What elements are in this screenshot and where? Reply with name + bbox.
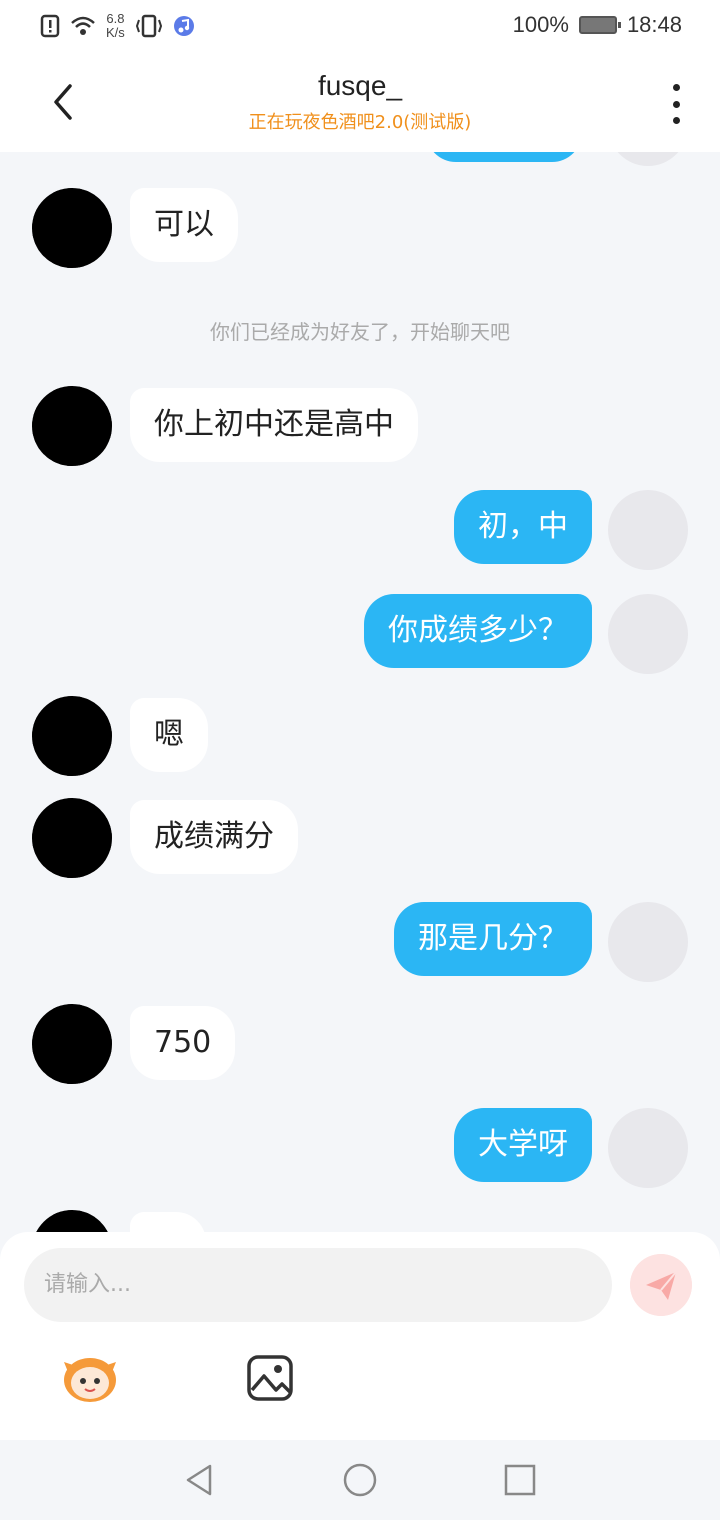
message-bubble: 可以 <box>130 188 238 262</box>
message-bubble: 成绩满分 <box>130 800 298 874</box>
battery-percent: 100% <box>512 12 569 37</box>
my-avatar[interactable] <box>608 1108 688 1188</box>
chat-header: fusqe_ 正在玩夜色酒吧2.0(测试版) <box>0 56 720 152</box>
contact-avatar[interactable] <box>32 798 112 878</box>
music-app-icon <box>173 16 194 36</box>
my-avatar[interactable] <box>608 152 688 166</box>
emoji-icon[interactable] <box>58 1352 122 1404</box>
nav-recents-icon[interactable] <box>500 1460 540 1500</box>
message-bubble: 750 <box>130 1006 236 1080</box>
message-bubble-partial <box>130 1212 206 1232</box>
system-nav-bar <box>0 1440 720 1520</box>
nav-back-icon[interactable] <box>180 1460 220 1500</box>
send-icon[interactable] <box>630 1254 692 1316</box>
alert-icon <box>40 14 60 38</box>
message-bubble: 初，中 <box>454 490 592 564</box>
battery-icon <box>578 16 621 34</box>
contact-avatar[interactable] <box>32 696 112 776</box>
clock: 18:48 <box>626 12 682 37</box>
message-bubble: 你上初中还是高中 <box>130 388 418 462</box>
message-bubble: 那是几分？ <box>394 902 592 976</box>
contact-avatar[interactable] <box>32 1004 112 1084</box>
message-bubble: 你成绩多少？ <box>364 594 592 668</box>
wifi-icon <box>71 16 95 35</box>
network-speed: 6.8 K/s <box>106 11 125 40</box>
my-avatar[interactable] <box>608 902 688 982</box>
status-bar: 6.8 K/s 100% 18:48 <box>0 0 720 56</box>
message-bubble-partial <box>426 152 582 162</box>
image-icon[interactable] <box>246 1354 294 1402</box>
vibrate-icon <box>135 14 162 38</box>
contact-avatar[interactable] <box>32 188 112 268</box>
contact-avatar[interactable] <box>32 1210 112 1232</box>
nav-home-icon[interactable] <box>340 1460 380 1500</box>
message-input[interactable]: 请输入... <box>24 1248 612 1322</box>
page-title: fusqe_ <box>317 70 403 101</box>
message-bubble: 嗯 <box>130 698 208 772</box>
my-avatar[interactable] <box>608 490 688 570</box>
input-panel: 请输入... <box>0 1232 720 1440</box>
my-avatar[interactable] <box>608 594 688 674</box>
message-list[interactable]: 可以 你们已经成为好友了，开始聊天吧 你上初中还是高中 初，中 你成绩多少？ 嗯… <box>0 152 720 1232</box>
more-icon[interactable] <box>668 84 684 124</box>
message-bubble: 大学呀 <box>454 1108 592 1182</box>
contact-avatar[interactable] <box>32 386 112 466</box>
system-notice: 你们已经成为好友了，开始聊天吧 <box>210 320 510 344</box>
playing-status: 正在玩夜色酒吧2.0(测试版) <box>248 112 472 133</box>
